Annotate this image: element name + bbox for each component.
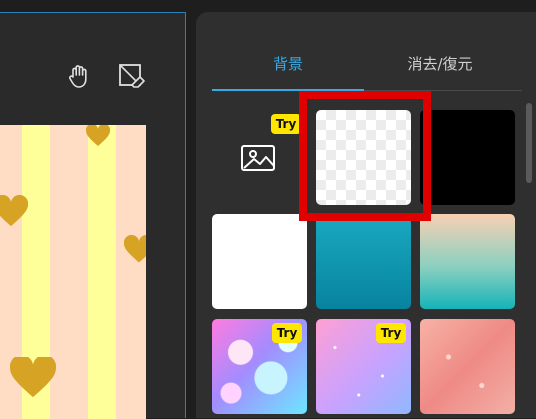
bubbles-background-tile[interactable]: Try	[212, 319, 307, 414]
coral-background-tile[interactable]	[420, 319, 515, 414]
canvas-toolbar	[0, 13, 184, 125]
tab-background[interactable]: 背景	[212, 50, 364, 78]
try-badge: Try	[272, 323, 302, 343]
gold-heart	[124, 234, 146, 263]
eraser-icon	[119, 64, 145, 88]
background-grid: Try Try Try	[212, 110, 515, 418]
try-badge: Try	[271, 114, 301, 134]
upload-image-tile[interactable]: Try	[212, 110, 307, 205]
gold-heart	[10, 357, 56, 398]
gold-heart	[86, 125, 110, 146]
hand-icon	[69, 65, 87, 88]
active-tab-indicator	[212, 89, 364, 91]
gold-heart	[0, 195, 28, 227]
eraser-tool-button[interactable]	[116, 61, 146, 91]
canvas-preview[interactable]	[0, 125, 146, 419]
tab-bar: 背景 消去/復元	[212, 42, 522, 91]
hand-tool-button[interactable]	[64, 61, 94, 91]
panel-scrollbar[interactable]	[526, 103, 532, 183]
peach-teal-gradient-tile[interactable]	[420, 214, 515, 309]
tab-erase-restore[interactable]: 消去/復元	[364, 50, 516, 78]
black-background-tile[interactable]	[420, 110, 515, 205]
try-badge: Try	[376, 323, 406, 343]
teal-gradient-tile[interactable]	[316, 214, 411, 309]
canvas-area	[0, 12, 186, 419]
image-icon	[241, 145, 275, 171]
glitter-background-tile[interactable]: Try	[316, 319, 411, 414]
white-background-tile[interactable]	[212, 214, 307, 309]
transparent-background-tile[interactable]	[316, 110, 411, 205]
background-panel: 背景 消去/復元 Try Try Try	[196, 12, 536, 418]
